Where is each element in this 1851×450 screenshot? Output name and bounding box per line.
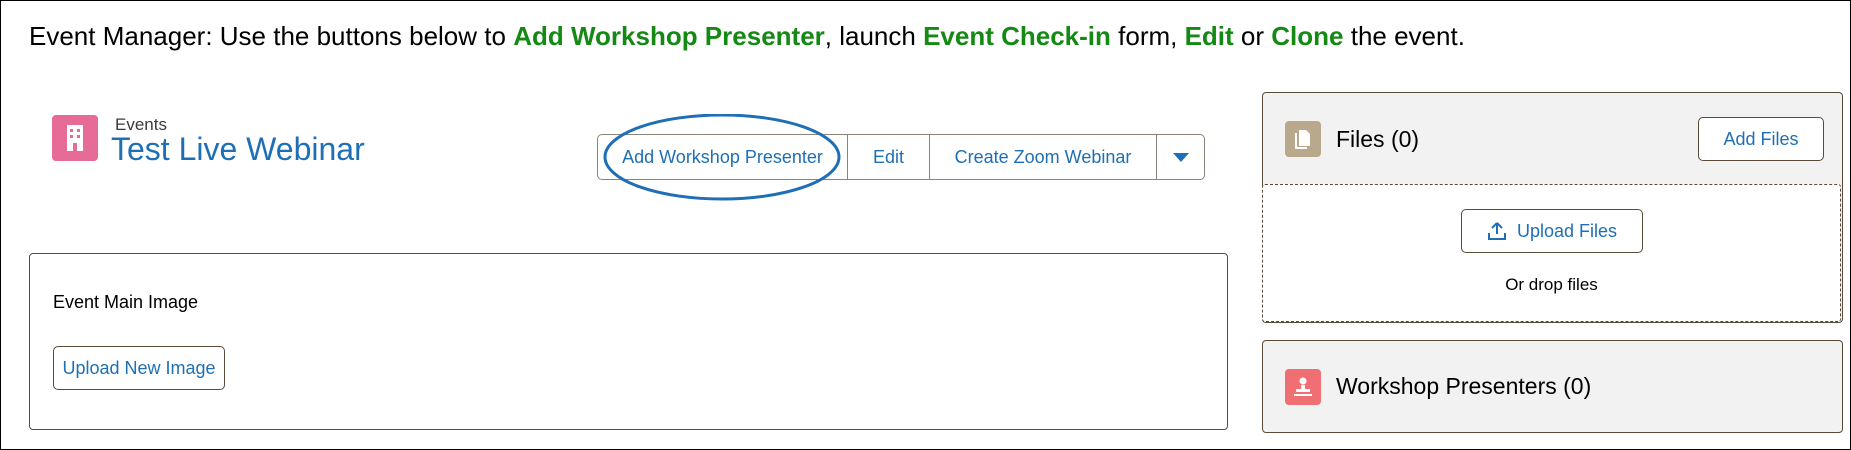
file-icon <box>1285 121 1321 157</box>
instruction-highlight-add-presenter: Add Workshop Presenter <box>513 21 825 51</box>
instruction-text: Event Manager: Use the buttons below to … <box>29 21 1465 52</box>
event-main-image-label: Event Main Image <box>53 292 199 312</box>
create-zoom-webinar-button[interactable]: Create Zoom Webinar <box>930 135 1157 179</box>
upload-files-label: Upload Files <box>1516 220 1618 241</box>
files-title: Files (0) <box>1336 126 1420 152</box>
instruction-mid-2: form, <box>1110 21 1185 51</box>
upload-files-button[interactable]: Upload Files <box>1461 209 1643 253</box>
instruction-mid-3: or <box>1233 21 1272 51</box>
instruction-highlight-check-in: Event Check-in <box>923 21 1111 51</box>
screenshot-frame: Event Manager: Use the buttons below to … <box>0 0 1851 450</box>
record-title: Test Live Webinar <box>111 131 365 167</box>
instruction-prefix: Event Manager: Use the buttons below to <box>29 21 514 51</box>
instruction-suffix: the event. <box>1343 21 1465 51</box>
instruction-highlight-edit: Edit <box>1184 21 1234 51</box>
upload-new-image-button[interactable]: Upload New Image <box>53 346 225 390</box>
file-drop-zone[interactable]: Upload Files Or drop files <box>1262 184 1841 322</box>
presenter-icon <box>1285 369 1321 405</box>
event-main-image-panel: Event Main Image Upload New Image <box>29 253 1228 430</box>
more-actions-button[interactable] <box>1157 135 1204 179</box>
highlight-ellipse <box>603 114 841 201</box>
upload-icon <box>1487 222 1506 240</box>
chevron-down-icon <box>1172 153 1189 162</box>
workshop-presenters-title: Workshop Presenters (0) <box>1336 373 1592 399</box>
building-icon <box>52 115 98 161</box>
instruction-mid-1: , launch <box>824 21 924 51</box>
instruction-highlight-clone: Clone <box>1271 21 1344 51</box>
add-files-button[interactable]: Add Files <box>1698 117 1824 161</box>
files-card: Files (0) Add Files Upload Files Or drop… <box>1262 92 1843 323</box>
edit-button[interactable]: Edit <box>848 135 930 179</box>
drop-files-text: Or drop files <box>1505 275 1598 294</box>
workshop-presenters-card: Workshop Presenters (0) <box>1262 340 1843 433</box>
